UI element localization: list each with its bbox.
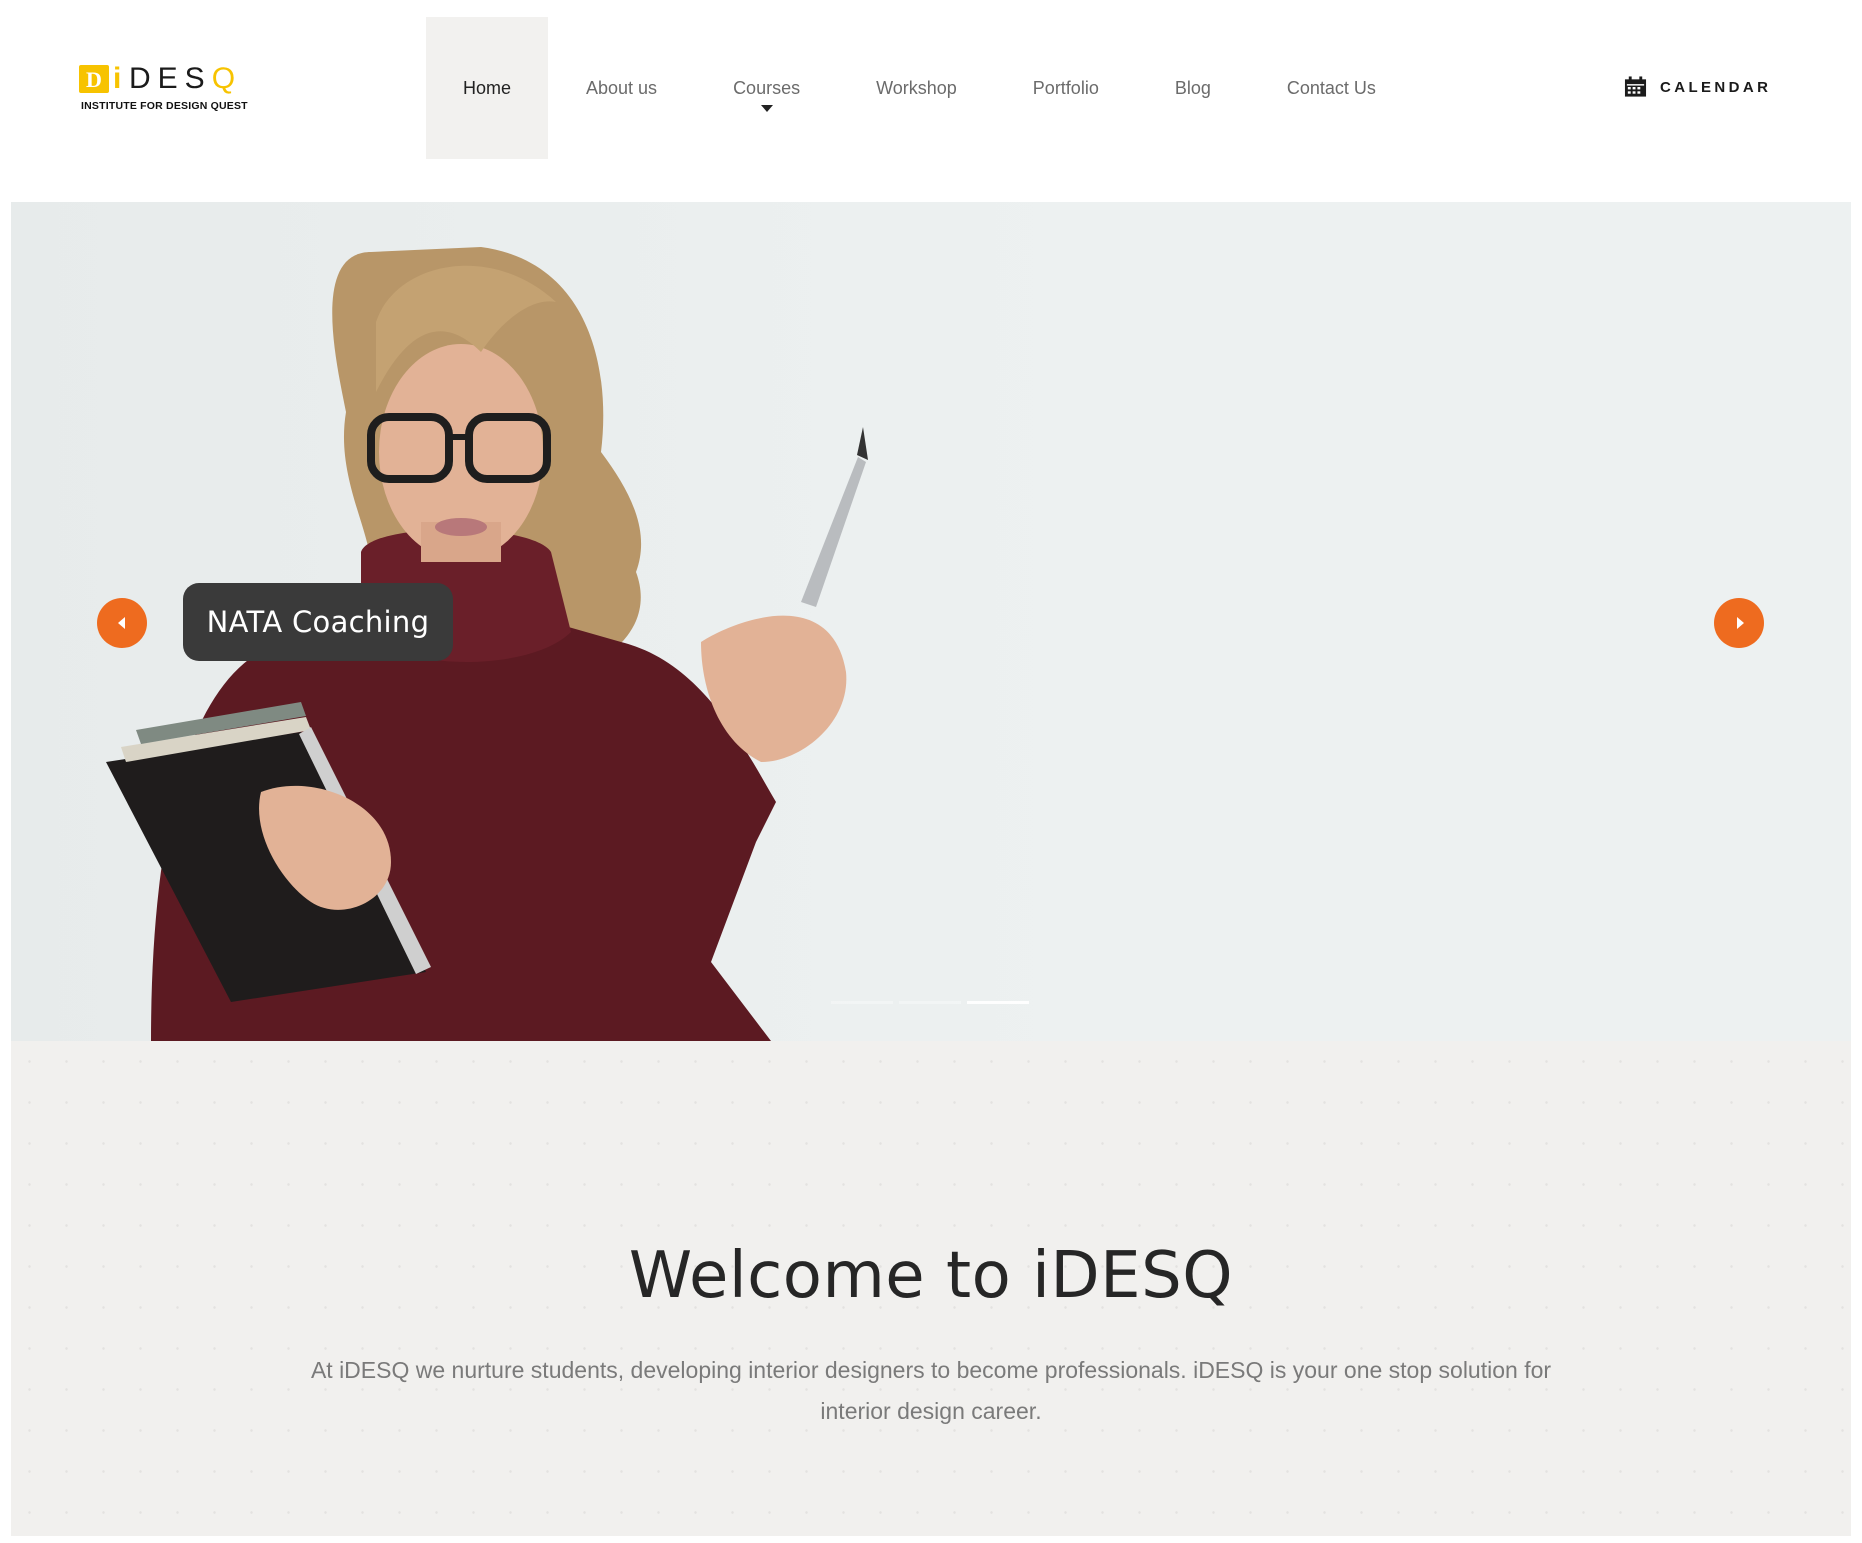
slider-pagination: [831, 1001, 1029, 1004]
nav-item-portfolio[interactable]: Portfolio: [995, 17, 1137, 159]
nav-item-workshop[interactable]: Workshop: [838, 17, 995, 159]
slider-dot[interactable]: [899, 1001, 961, 1004]
slider-dot[interactable]: [831, 1001, 893, 1004]
welcome-title: Welcome to iDESQ: [628, 1239, 1234, 1313]
welcome-text: At iDESQ we nurture students, developing…: [310, 1357, 1552, 1424]
logo-mark: D: [79, 65, 109, 93]
nav-item-blog[interactable]: Blog: [1137, 17, 1249, 159]
welcome-section: Welcome to iDESQ At iDESQ we nurture stu…: [11, 1041, 1851, 1536]
slider-prev-button[interactable]: [97, 598, 147, 648]
calendar-label: CALENDAR: [1660, 78, 1772, 96]
student-illustration: [106, 247, 868, 1041]
logo-wordmark: DESQ: [129, 62, 243, 95]
logo-letter-i: i: [113, 62, 122, 95]
calendar-icon: [1624, 76, 1647, 97]
slider-next-button[interactable]: [1714, 598, 1764, 648]
chevron-left-icon: [117, 617, 125, 629]
slide-caption[interactable]: NATA Coaching: [183, 583, 453, 661]
nav-item-home[interactable]: Home: [426, 17, 548, 159]
logo-tagline: INSTITUTE FOR DESIGN QUEST: [81, 100, 248, 112]
chevron-right-icon: [1736, 617, 1744, 629]
hero-slider: NATA Coaching: [11, 202, 1851, 1041]
nav-item-about-us[interactable]: About us: [548, 17, 695, 159]
site-logo[interactable]: D i DESQ INSTITUTE FOR DESIGN QUEST: [79, 62, 248, 118]
main-nav: Home About us Courses Workshop Portfolio…: [426, 17, 1414, 159]
caret-down-icon: [760, 105, 773, 112]
hero-slide-image: [11, 202, 1082, 1041]
nav-item-courses[interactable]: Courses: [695, 17, 838, 159]
nav-item-contact-us[interactable]: Contact Us: [1249, 17, 1414, 159]
calendar-link[interactable]: CALENDAR: [1624, 76, 1771, 98]
site-header: D i DESQ INSTITUTE FOR DESIGN QUEST Home…: [0, 0, 1862, 202]
slider-dot-active[interactable]: [967, 1001, 1029, 1004]
